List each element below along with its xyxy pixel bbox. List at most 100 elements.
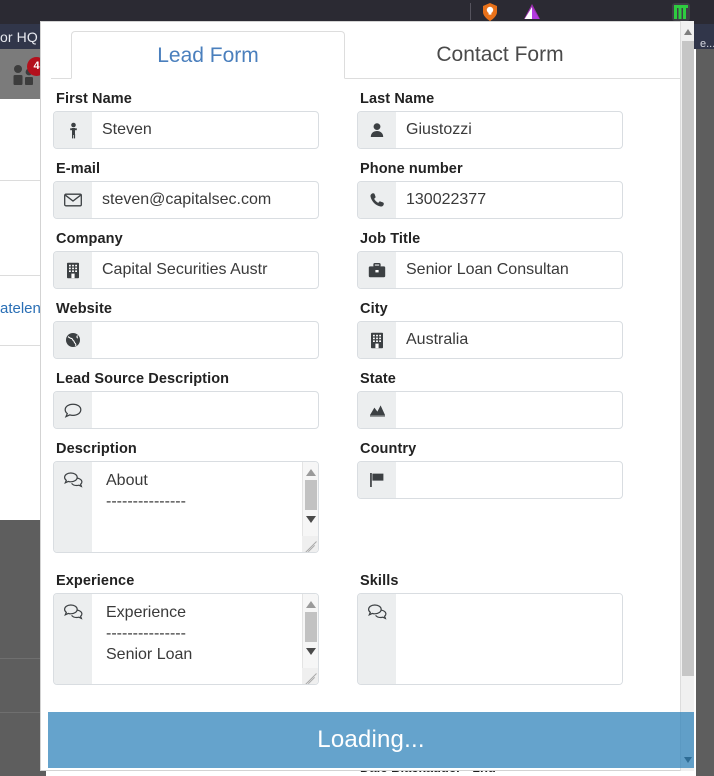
form-row: Company Capital Securities Austr Job Tit… — [53, 219, 681, 289]
form-column-right: Country — [357, 429, 623, 553]
modal-scrollbar[interactable] — [680, 21, 694, 771]
input-last-name[interactable]: Giustozzi — [396, 112, 622, 148]
input-email[interactable]: steven@capitalsec.com — [92, 182, 318, 218]
form-column-left: Lead Source Description — [53, 359, 319, 429]
input-company[interactable]: Capital Securities Austr — [92, 252, 318, 288]
form-column-left: First Name Steven — [53, 79, 319, 149]
label-country: Country — [360, 441, 417, 457]
field-description[interactable]: About --------------- — [53, 461, 319, 553]
comments-icon — [54, 594, 92, 684]
envelope-icon — [54, 182, 92, 218]
textarea-skills-text[interactable] — [396, 594, 622, 602]
building-icon — [358, 322, 396, 358]
user-icon — [358, 112, 396, 148]
field-country[interactable] — [357, 461, 623, 499]
field-phone-number[interactable]: 130022377 — [357, 181, 623, 219]
form-column-left: E-mail steven@capitalsec.com — [53, 149, 319, 219]
textarea-resize-handle[interactable] — [302, 668, 318, 684]
textarea-experience-body[interactable]: Experience --------------- Senior Loan — [92, 594, 318, 684]
form-column-right: City Australia — [357, 289, 623, 359]
label-email: E-mail — [56, 161, 101, 177]
form-row: Website City Australia — [53, 289, 681, 359]
label-state: State — [360, 371, 396, 387]
tab-contact-form[interactable]: Contact Form — [345, 31, 655, 79]
phone-icon — [358, 182, 396, 218]
textarea-resize-handle[interactable] — [302, 536, 318, 552]
scroll-up-icon[interactable] — [681, 25, 695, 39]
site-nav-text: or HQ — [0, 29, 38, 45]
scroll-down-icon[interactable] — [303, 512, 318, 526]
label-first-name: First Name — [56, 91, 132, 107]
label-skills: Skills — [360, 573, 399, 589]
label-lead-source-description: Lead Source Description — [56, 371, 230, 387]
form-column-right: State — [357, 359, 623, 429]
field-last-name[interactable]: Giustozzi — [357, 111, 623, 149]
form-column-right: Phone number 130022377 — [357, 149, 623, 219]
label-website: Website — [56, 301, 113, 317]
background-link[interactable]: atelen — [0, 300, 41, 317]
scroll-up-icon[interactable] — [303, 597, 318, 611]
scroll-thumb[interactable] — [305, 480, 317, 510]
input-phone-number[interactable]: 130022377 — [396, 182, 622, 218]
field-lead-source-description[interactable] — [53, 391, 319, 429]
form-row: Experience Experience --------------- Se… — [53, 561, 681, 685]
form-column-left: Description About --------------- — [53, 429, 319, 553]
input-first-name[interactable]: Steven — [92, 112, 318, 148]
label-company: Company — [56, 231, 123, 247]
form-column-right: Job Title Senior Loan Consultan — [357, 219, 623, 289]
briefcase-icon — [358, 252, 396, 288]
textarea-description-body[interactable]: About --------------- — [92, 462, 318, 552]
lead-form: First Name Steven Last Name Giustozzi E-… — [41, 79, 693, 685]
loading-overlay: Loading... — [48, 712, 694, 768]
field-email[interactable]: steven@capitalsec.com — [53, 181, 319, 219]
flag-icon — [358, 462, 396, 498]
modal-backdrop-right — [696, 49, 714, 776]
green-extension-icon[interactable] — [670, 1, 692, 23]
input-state[interactable] — [396, 392, 622, 428]
form-column-left: Company Capital Securities Austr — [53, 219, 319, 289]
form-column-right: Last Name Giustozzi — [357, 79, 623, 149]
field-website[interactable] — [53, 321, 319, 359]
brave-shields-icon[interactable] — [521, 1, 543, 23]
comment-icon — [54, 392, 92, 428]
form-column-left: Website — [53, 289, 319, 359]
form-row: Lead Source Description State — [53, 359, 681, 429]
scroll-thumb[interactable] — [305, 612, 317, 642]
form-row: E-mail steven@capitalsec.com Phone numbe… — [53, 149, 681, 219]
label-job-title: Job Title — [360, 231, 421, 247]
scroll-down-icon[interactable] — [303, 644, 318, 658]
scroll-thumb[interactable] — [682, 41, 694, 676]
input-country[interactable] — [396, 462, 622, 498]
form-row: First Name Steven Last Name Giustozzi — [53, 79, 681, 149]
comments-icon — [358, 594, 396, 684]
input-lead-source-description[interactable] — [92, 392, 318, 428]
form-column-left: Experience Experience --------------- Se… — [53, 561, 319, 685]
screen: or HQ e... 4 atelen Dale Blackadder · 2n… — [0, 0, 714, 776]
loading-text: Loading... — [317, 726, 425, 753]
form-tabs: Lead Form Contact Form — [51, 31, 683, 79]
field-city[interactable]: Australia — [357, 321, 623, 359]
field-company[interactable]: Capital Securities Austr — [53, 251, 319, 289]
globe-icon — [54, 322, 92, 358]
field-job-title[interactable]: Senior Loan Consultan — [357, 251, 623, 289]
input-website[interactable] — [92, 322, 318, 358]
label-experience: Experience — [56, 573, 135, 589]
textarea-experience-text[interactable]: Experience --------------- Senior Loan — [92, 594, 318, 665]
field-experience[interactable]: Experience --------------- Senior Loan — [53, 593, 319, 685]
label-phone-number: Phone number — [360, 161, 463, 177]
input-job-title[interactable]: Senior Loan Consultan — [396, 252, 622, 288]
building-icon — [54, 252, 92, 288]
form-row: Description About --------------- Countr… — [53, 429, 681, 553]
tab-lead-form[interactable]: Lead Form — [71, 31, 345, 79]
scroll-up-icon[interactable] — [303, 465, 318, 479]
textarea-skills-body[interactable] — [396, 594, 622, 684]
lead-form-modal: Lead Form Contact Form First Name Steven… — [40, 21, 694, 771]
toolbar-separator — [470, 3, 471, 20]
field-state[interactable] — [357, 391, 623, 429]
field-skills[interactable] — [357, 593, 623, 685]
field-first-name[interactable]: Steven — [53, 111, 319, 149]
ublock-origin-icon[interactable] — [479, 1, 501, 23]
comments-icon — [54, 462, 92, 552]
input-city[interactable]: Australia — [396, 322, 622, 358]
textarea-description-text[interactable]: About --------------- — [92, 462, 318, 512]
